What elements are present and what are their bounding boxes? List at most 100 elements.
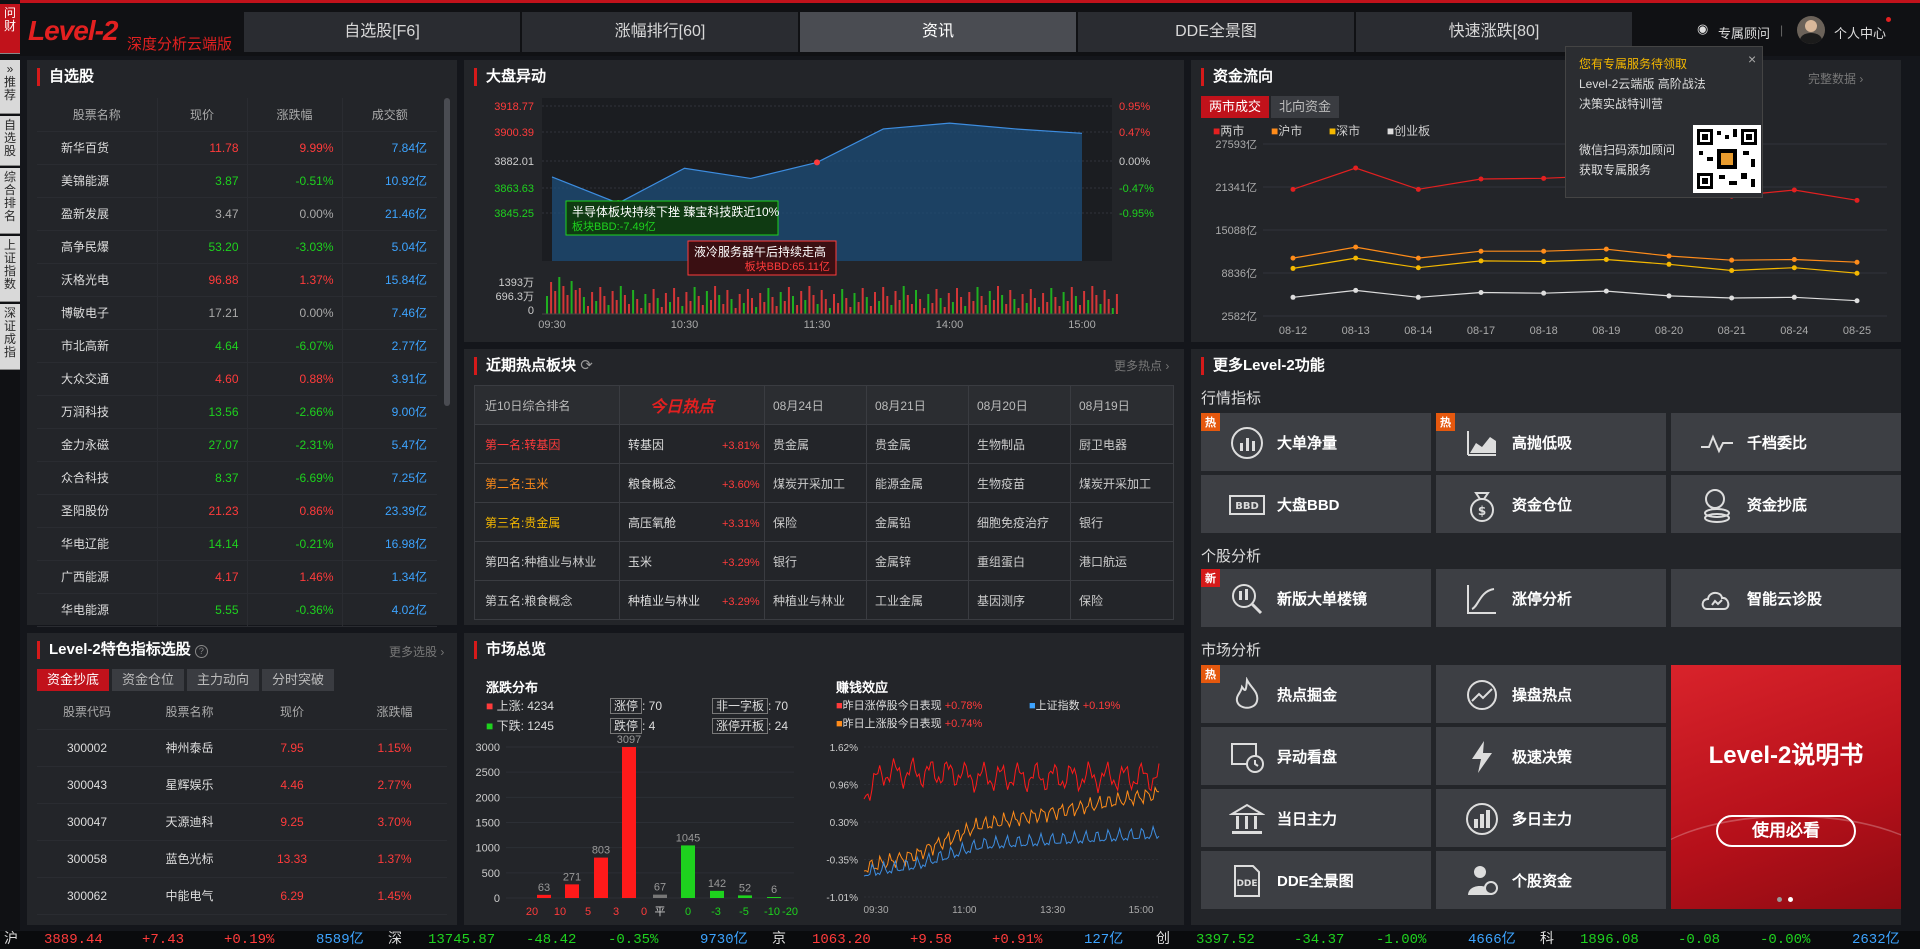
btn-fund-bottom[interactable]: 资金抄底	[1671, 475, 1901, 533]
picker-tab-breakout[interactable]: 分时突破	[262, 669, 334, 691]
y-tick: 0.30%	[830, 818, 858, 829]
table-row[interactable]: 圣阳股份 21.23 0.86% 23.39亿	[37, 494, 437, 528]
close-icon[interactable]: ×	[1748, 51, 1756, 67]
table-row[interactable]: 第三名:贵金属 高压氧舱 +3.31% 保险 金属铅 细胞免疫治疗 银行	[474, 502, 1174, 542]
table-row[interactable]: 万润科技 13.56 -2.66% 9.00亿	[37, 395, 437, 429]
stock-price: 3.47	[157, 197, 248, 231]
sector-day: 厨卫电器	[1079, 437, 1128, 452]
table-row[interactable]: 300058 蓝色光标 13.33 1.37%	[37, 840, 447, 878]
btn-trade-hot[interactable]: 操盘热点	[1436, 665, 1666, 723]
table-row[interactable]: 华电辽能 14.14 -0.21% 16.98亿	[37, 527, 437, 561]
btn-limit-up-analysis[interactable]: 涨停分析	[1436, 569, 1666, 627]
picker-tab-bottom[interactable]: 资金抄底	[37, 669, 109, 691]
btn-fund-position[interactable]: $ 资金仓位	[1436, 475, 1666, 533]
profit-effect-chart[interactable]: 1.62% 0.96% 0.30% -0.35% -1.01% 09:30 11:00 13:…	[814, 733, 1184, 925]
table-row[interactable]: 300002 神州泰岳 7.95 1.15%	[37, 729, 447, 767]
btn-dde-overview[interactable]: DDE DDE全景图	[1201, 851, 1431, 909]
y-tick-left: 3918.77	[494, 101, 534, 113]
watchlist-scrollbar[interactable]	[444, 98, 450, 406]
chat-icon[interactable]: ◉	[1697, 21, 1708, 37]
banner-button[interactable]: 使用必看	[1716, 815, 1856, 847]
stock-change: 1.37%	[342, 840, 447, 878]
ticker-volume: 9730亿	[700, 932, 748, 948]
btn-big-order[interactable]: 热大单净量	[1201, 413, 1431, 471]
table-row[interactable]: 新华百货 11.78 9.99% 7.84亿	[37, 131, 437, 165]
btn-stock-fund[interactable]: 个股资金	[1436, 851, 1666, 909]
btn-high-low[interactable]: 热高抛低吸	[1436, 413, 1666, 471]
picker-more-link[interactable]: 更多选股 ›	[389, 643, 444, 660]
table-row[interactable]: 300047 天源迪科 9.25 3.70%	[37, 803, 447, 841]
ticker-index: 13745.87	[428, 932, 496, 948]
market-move-chart[interactable]: 3918.77 3900.39 3882.01 3863.63 3845.25 0.95%…	[464, 96, 1184, 342]
side-ranking[interactable]: 综合排名	[0, 168, 20, 234]
picker-tab-position[interactable]: 资金仓位	[112, 669, 184, 691]
user-center-link[interactable]: 个人中心	[1834, 23, 1886, 42]
stock-change: -2.66%	[247, 395, 343, 429]
table-row[interactable]: 沃格光电 96.88 1.37% 15.84亿	[37, 263, 437, 297]
table-row[interactable]: 高争民爆 53.20 -3.03% 5.04亿	[37, 230, 437, 264]
btn-multi-day-main[interactable]: 多日主力	[1436, 789, 1666, 847]
btn-hot-dig[interactable]: 热热点掘金	[1201, 665, 1431, 723]
app-logo[interactable]: Level-2 深度分析云端版	[28, 11, 243, 55]
table-row[interactable]: 华电能源 5.55 -0.36% 4.02亿	[37, 593, 437, 627]
table-row[interactable]: 博敏电子 17.21 0.00% 7.46亿	[37, 296, 437, 330]
btn-anomaly-watch[interactable]: 异动看盘	[1201, 727, 1431, 785]
advisor-link[interactable]: 专属顾问	[1718, 23, 1770, 42]
refresh-icon[interactable]: ⟳	[580, 357, 593, 374]
table-row[interactable]: 第二名:玉米 粮食概念 +3.60% 煤炭开采加工 能源金属 生物疫苗 煤炭开采加工	[474, 463, 1174, 503]
side-recommend[interactable]: » 推荐	[0, 60, 20, 114]
table-row[interactable]: 美锦能源 3.87 -0.51% 10.92亿	[37, 164, 437, 198]
table-row[interactable]: 金力永磁 27.07 -2.31% 5.47亿	[37, 428, 437, 462]
table-row[interactable]: 大众交通 4.60 0.88% 3.91亿	[37, 362, 437, 396]
manual-banner[interactable]: Level-2说明书 使用必看	[1671, 665, 1901, 909]
ticker-volume: 2632亿	[1852, 932, 1900, 948]
btn-order-ratio[interactable]: 千档委比	[1671, 413, 1901, 471]
side-sz-index[interactable]: 深证成指	[0, 304, 20, 370]
carousel-dot[interactable]	[1777, 897, 1782, 902]
btn-today-main[interactable]: 当日主力	[1201, 789, 1431, 847]
btn-big-order-mirror[interactable]: 新新版大单楼镜	[1201, 569, 1431, 627]
distribution-chart[interactable]: 3000250020001500100050006327180330976710…	[464, 733, 804, 925]
stock-name: 美锦能源	[37, 164, 158, 198]
tab-watchlist[interactable]: 自选股[F6]	[244, 12, 520, 52]
side-sh-index[interactable]: 上证指数	[0, 236, 20, 302]
col-name[interactable]: 股票名称	[37, 98, 158, 132]
table-row[interactable]: 300043 星辉娱乐 4.46 2.77%	[37, 766, 447, 804]
sector-day: 生物疫苗	[968, 463, 1071, 503]
col-volume[interactable]: 成交额	[342, 98, 437, 132]
btn-market-bbd[interactable]: BBD 大盘BBD	[1201, 475, 1431, 533]
table-row[interactable]: 300062 中能电气 6.29 1.45%	[37, 877, 447, 915]
btn-fast-decision[interactable]: 极速决策	[1436, 727, 1666, 785]
table-row[interactable]: 第四名:种植业与林业 玉米 +3.29% 银行 金属锌 重组蛋白 港口航运	[474, 541, 1174, 581]
fund-flow-chart[interactable]: 27593亿 21341亿 15088亿 8836亿 2582亿 08-12 08-13 08…	[1191, 140, 1901, 342]
volume-bar	[779, 292, 782, 314]
col-price[interactable]: 现价	[157, 98, 248, 132]
side-watchlist[interactable]: 自选股	[0, 116, 20, 166]
volume-bar	[562, 286, 565, 314]
fund-flow-more-link[interactable]: 完整数据 ›	[1808, 70, 1863, 87]
col-change[interactable]: 涨跌幅	[247, 98, 343, 132]
hot-sectors-more-link[interactable]: 更多热点 ›	[1114, 357, 1169, 374]
series-limit-up	[863, 757, 1160, 801]
table-row[interactable]: 市北高新 4.64 -6.07% 2.77亿	[37, 329, 437, 363]
picker-tab-main[interactable]: 主力动向	[187, 669, 259, 691]
carousel-dot-active[interactable]	[1788, 897, 1793, 902]
table-row[interactable]: 第一名:转基因 转基因 +3.81% 贵金属 贵金属 生物制品 厨卫电器	[474, 424, 1174, 464]
flow-tab-northbound[interactable]: 北向资金	[1271, 96, 1339, 118]
table-row[interactable]: 盈新发展 3.47 0.00% 21.46亿	[37, 197, 437, 231]
stock-name: 大众交通	[37, 362, 158, 396]
stock-code: 300062	[37, 877, 137, 915]
avatar[interactable]	[1797, 16, 1825, 44]
tab-news[interactable]: 资讯	[800, 12, 1076, 52]
help-icon[interactable]: ?	[194, 645, 208, 658]
table-row[interactable]: 广西能源 4.17 1.46% 1.34亿	[37, 560, 437, 594]
stock-volume: 5.04亿	[342, 230, 437, 264]
tab-gainers[interactable]: 涨幅排行[60]	[522, 12, 798, 52]
volume-bar	[587, 306, 589, 314]
side-wencai[interactable]: 问财	[0, 4, 20, 54]
tab-dde[interactable]: DDE全景图	[1078, 12, 1354, 52]
flow-tab-two-markets[interactable]: 两市成交	[1201, 96, 1269, 118]
btn-smart-diagnosis[interactable]: 智能云诊股	[1671, 569, 1901, 627]
table-row[interactable]: 第五名:粮食概念 种植业与林业 +3.29% 种植业与林业 工业金属 基因测序 保险	[474, 580, 1174, 620]
table-row[interactable]: 众合科技 8.37 -6.69% 7.25亿	[37, 461, 437, 495]
